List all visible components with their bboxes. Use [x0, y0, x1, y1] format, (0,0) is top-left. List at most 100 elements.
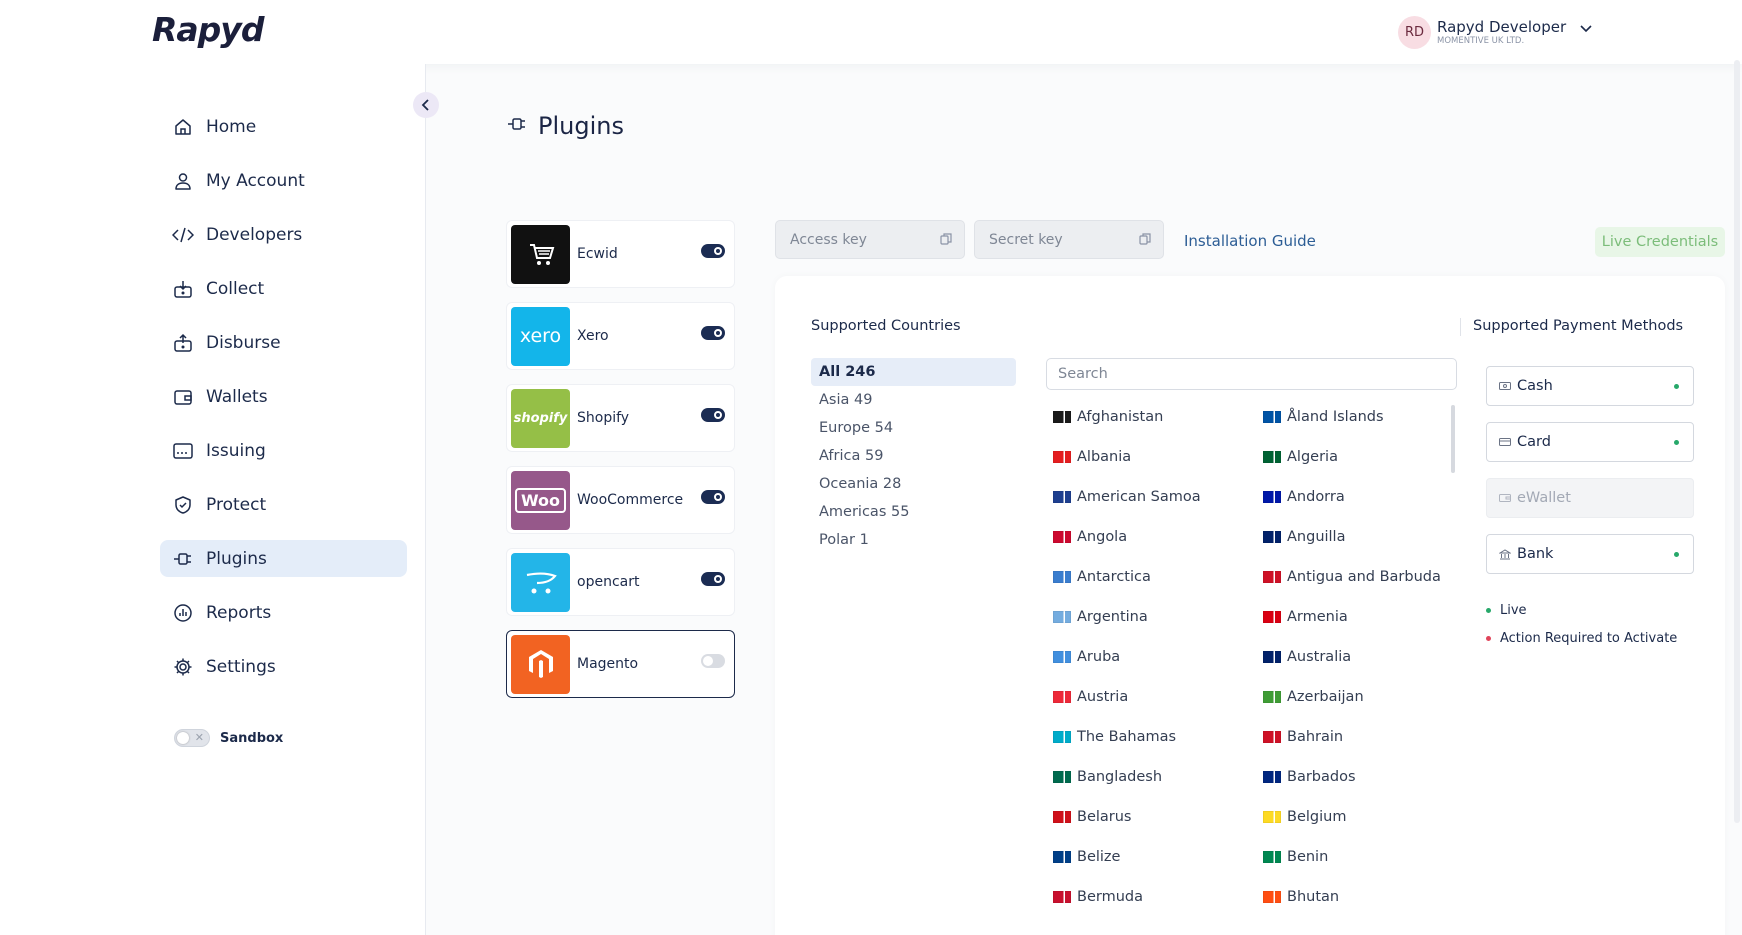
plugin-card-shopify[interactable]: shopify Shopify	[506, 384, 735, 452]
sidebar-item-wallets[interactable]: Wallets	[160, 378, 407, 415]
plugin-card-ecwid[interactable]: Ecwid	[506, 220, 735, 288]
sidebar-item-disburse[interactable]: Disburse	[160, 324, 407, 361]
country-item[interactable]: Austria	[1053, 682, 1128, 712]
country-item[interactable]: Bhutan	[1263, 882, 1339, 912]
secret-key-field[interactable]: Secret key	[974, 220, 1164, 259]
payment-method-cash[interactable]: Cash	[1486, 366, 1694, 406]
country-list-scrollbar[interactable]	[1451, 405, 1455, 473]
ewallet-icon	[1499, 493, 1511, 503]
country-item[interactable]: Benin	[1263, 842, 1328, 872]
payment-method-card[interactable]: Card	[1486, 422, 1694, 462]
rapyd-logo[interactable]: Rapyd	[152, 10, 264, 49]
sidebar-item-label: Plugins	[206, 548, 267, 569]
plugin-name: Shopify	[577, 410, 630, 426]
country-item[interactable]: Bangladesh	[1053, 762, 1162, 792]
country-item[interactable]: American Samoa	[1053, 482, 1201, 512]
country-item[interactable]: Armenia	[1263, 602, 1348, 632]
plugin-toggle[interactable]	[701, 244, 725, 258]
country-item[interactable]: Argentina	[1053, 602, 1148, 632]
sidebar-item-collect[interactable]: Collect	[160, 270, 407, 307]
sidebar-item-label: Settings	[206, 656, 276, 677]
flag-icon	[1053, 851, 1071, 863]
plugin-toggle[interactable]	[701, 572, 725, 586]
plugin-toggle[interactable]	[701, 326, 725, 340]
sidebar-item-developers[interactable]: Developers	[160, 216, 407, 253]
region-item[interactable]: Africa 59	[811, 442, 1016, 470]
user-info[interactable]: Rapyd Developer MOMENTIVE UK LTD.	[1437, 19, 1566, 46]
sandbox-toggle[interactable]: ✕ Sandbox	[174, 729, 283, 747]
sidebar-item-label: My Account	[206, 170, 305, 191]
plugin-card-xero[interactable]: xero Xero	[506, 302, 735, 370]
live-credentials-button[interactable]: Live Credentials	[1595, 227, 1725, 257]
country-item[interactable]: Belgium	[1263, 802, 1346, 832]
sidebar-item-label: Developers	[206, 224, 303, 245]
chevron-down-icon[interactable]	[1580, 18, 1592, 37]
flag-icon	[1053, 491, 1071, 503]
copy-icon[interactable]	[940, 233, 952, 249]
collapse-sidebar-button[interactable]	[413, 92, 439, 118]
sidebar-item-home[interactable]: Home	[160, 108, 407, 145]
plug-icon	[160, 549, 204, 569]
sidebar-item-plugins[interactable]: Plugins	[160, 540, 407, 577]
country-name: Albania	[1077, 449, 1132, 465]
country-item[interactable]: Andorra	[1263, 482, 1345, 512]
country-item[interactable]: Azerbaijan	[1263, 682, 1364, 712]
country-name: Austria	[1077, 689, 1129, 705]
country-item[interactable]: Bahrain	[1263, 722, 1343, 752]
opencart-logo	[511, 552, 570, 612]
page-scrollbar[interactable]	[1734, 60, 1740, 823]
region-item[interactable]: Europe 54	[811, 414, 1016, 442]
country-item[interactable]: Antigua and Barbuda	[1263, 562, 1441, 592]
user-menu[interactable]: RD Rapyd Developer MOMENTIVE UK LTD.	[1398, 16, 1592, 49]
payment-method-ewallet[interactable]: eWallet	[1486, 478, 1694, 518]
plugin-card-magento[interactable]: Magento	[506, 630, 735, 698]
copy-icon[interactable]	[1139, 233, 1151, 249]
flag-icon	[1053, 531, 1071, 543]
region-item[interactable]: Oceania 28	[811, 470, 1016, 498]
installation-guide-link[interactable]: Installation Guide	[1184, 232, 1316, 250]
region-item[interactable]: Asia 49	[811, 386, 1016, 414]
country-item[interactable]: Afghanistan	[1053, 402, 1163, 432]
region-item[interactable]: Polar 1	[811, 526, 1016, 554]
access-key-field[interactable]: Access key	[775, 220, 965, 259]
avatar[interactable]: RD	[1398, 16, 1431, 49]
country-name: Antarctica	[1077, 569, 1151, 585]
plugin-toggle[interactable]	[701, 490, 725, 504]
region-item[interactable]: All 246	[811, 358, 1016, 386]
sidebar-item-reports[interactable]: Reports	[160, 594, 407, 631]
country-name: Bahrain	[1287, 729, 1344, 745]
sandbox-label: Sandbox	[220, 730, 284, 746]
country-item[interactable]: Barbados	[1263, 762, 1356, 792]
country-item[interactable]: Algeria	[1263, 442, 1338, 472]
sidebar-item-settings[interactable]: Settings	[160, 648, 407, 685]
country-search-input[interactable]: Search	[1046, 358, 1457, 390]
plugin-card-opencart[interactable]: opencart	[506, 548, 735, 616]
country-item[interactable]: Antarctica	[1053, 562, 1151, 592]
sandbox-switch[interactable]: ✕	[174, 729, 210, 747]
legend-dot	[1486, 636, 1491, 641]
sidebar-item-issuing[interactable]: Issuing	[160, 432, 407, 469]
country-item[interactable]: Anguilla	[1263, 522, 1345, 552]
sidebar-item-label: Protect	[206, 494, 267, 515]
country-item[interactable]: Australia	[1263, 642, 1351, 672]
shopify-logo: shopify	[511, 388, 570, 448]
country-item[interactable]: Åland Islands	[1263, 402, 1384, 432]
woocommerce-logo-text: Woo	[514, 487, 567, 513]
country-item[interactable]: Belize	[1053, 842, 1120, 872]
plugin-toggle[interactable]	[701, 408, 725, 422]
payment-method-bank[interactable]: Bank	[1486, 534, 1694, 574]
country-item[interactable]: Angola	[1053, 522, 1127, 552]
plugin-card-woocommerce[interactable]: Woo WooCommerce	[506, 466, 735, 534]
country-item[interactable]: The Bahamas	[1053, 722, 1176, 752]
country-item[interactable]: Albania	[1053, 442, 1131, 472]
legend-label: Action Required to Activate	[1500, 631, 1678, 646]
country-item[interactable]: Aruba	[1053, 642, 1120, 672]
sidebar-item-protect[interactable]: Protect	[160, 486, 407, 523]
region-item[interactable]: Americas 55	[811, 498, 1016, 526]
country-item[interactable]: Belarus	[1053, 802, 1132, 832]
plugin-toggle[interactable]	[701, 654, 725, 668]
sidebar-item-my-account[interactable]: My Account	[160, 162, 407, 199]
country-item[interactable]: Bermuda	[1053, 882, 1143, 912]
secret-key-placeholder: Secret key	[989, 231, 1063, 248]
payment-method-label: Card	[1517, 434, 1551, 450]
